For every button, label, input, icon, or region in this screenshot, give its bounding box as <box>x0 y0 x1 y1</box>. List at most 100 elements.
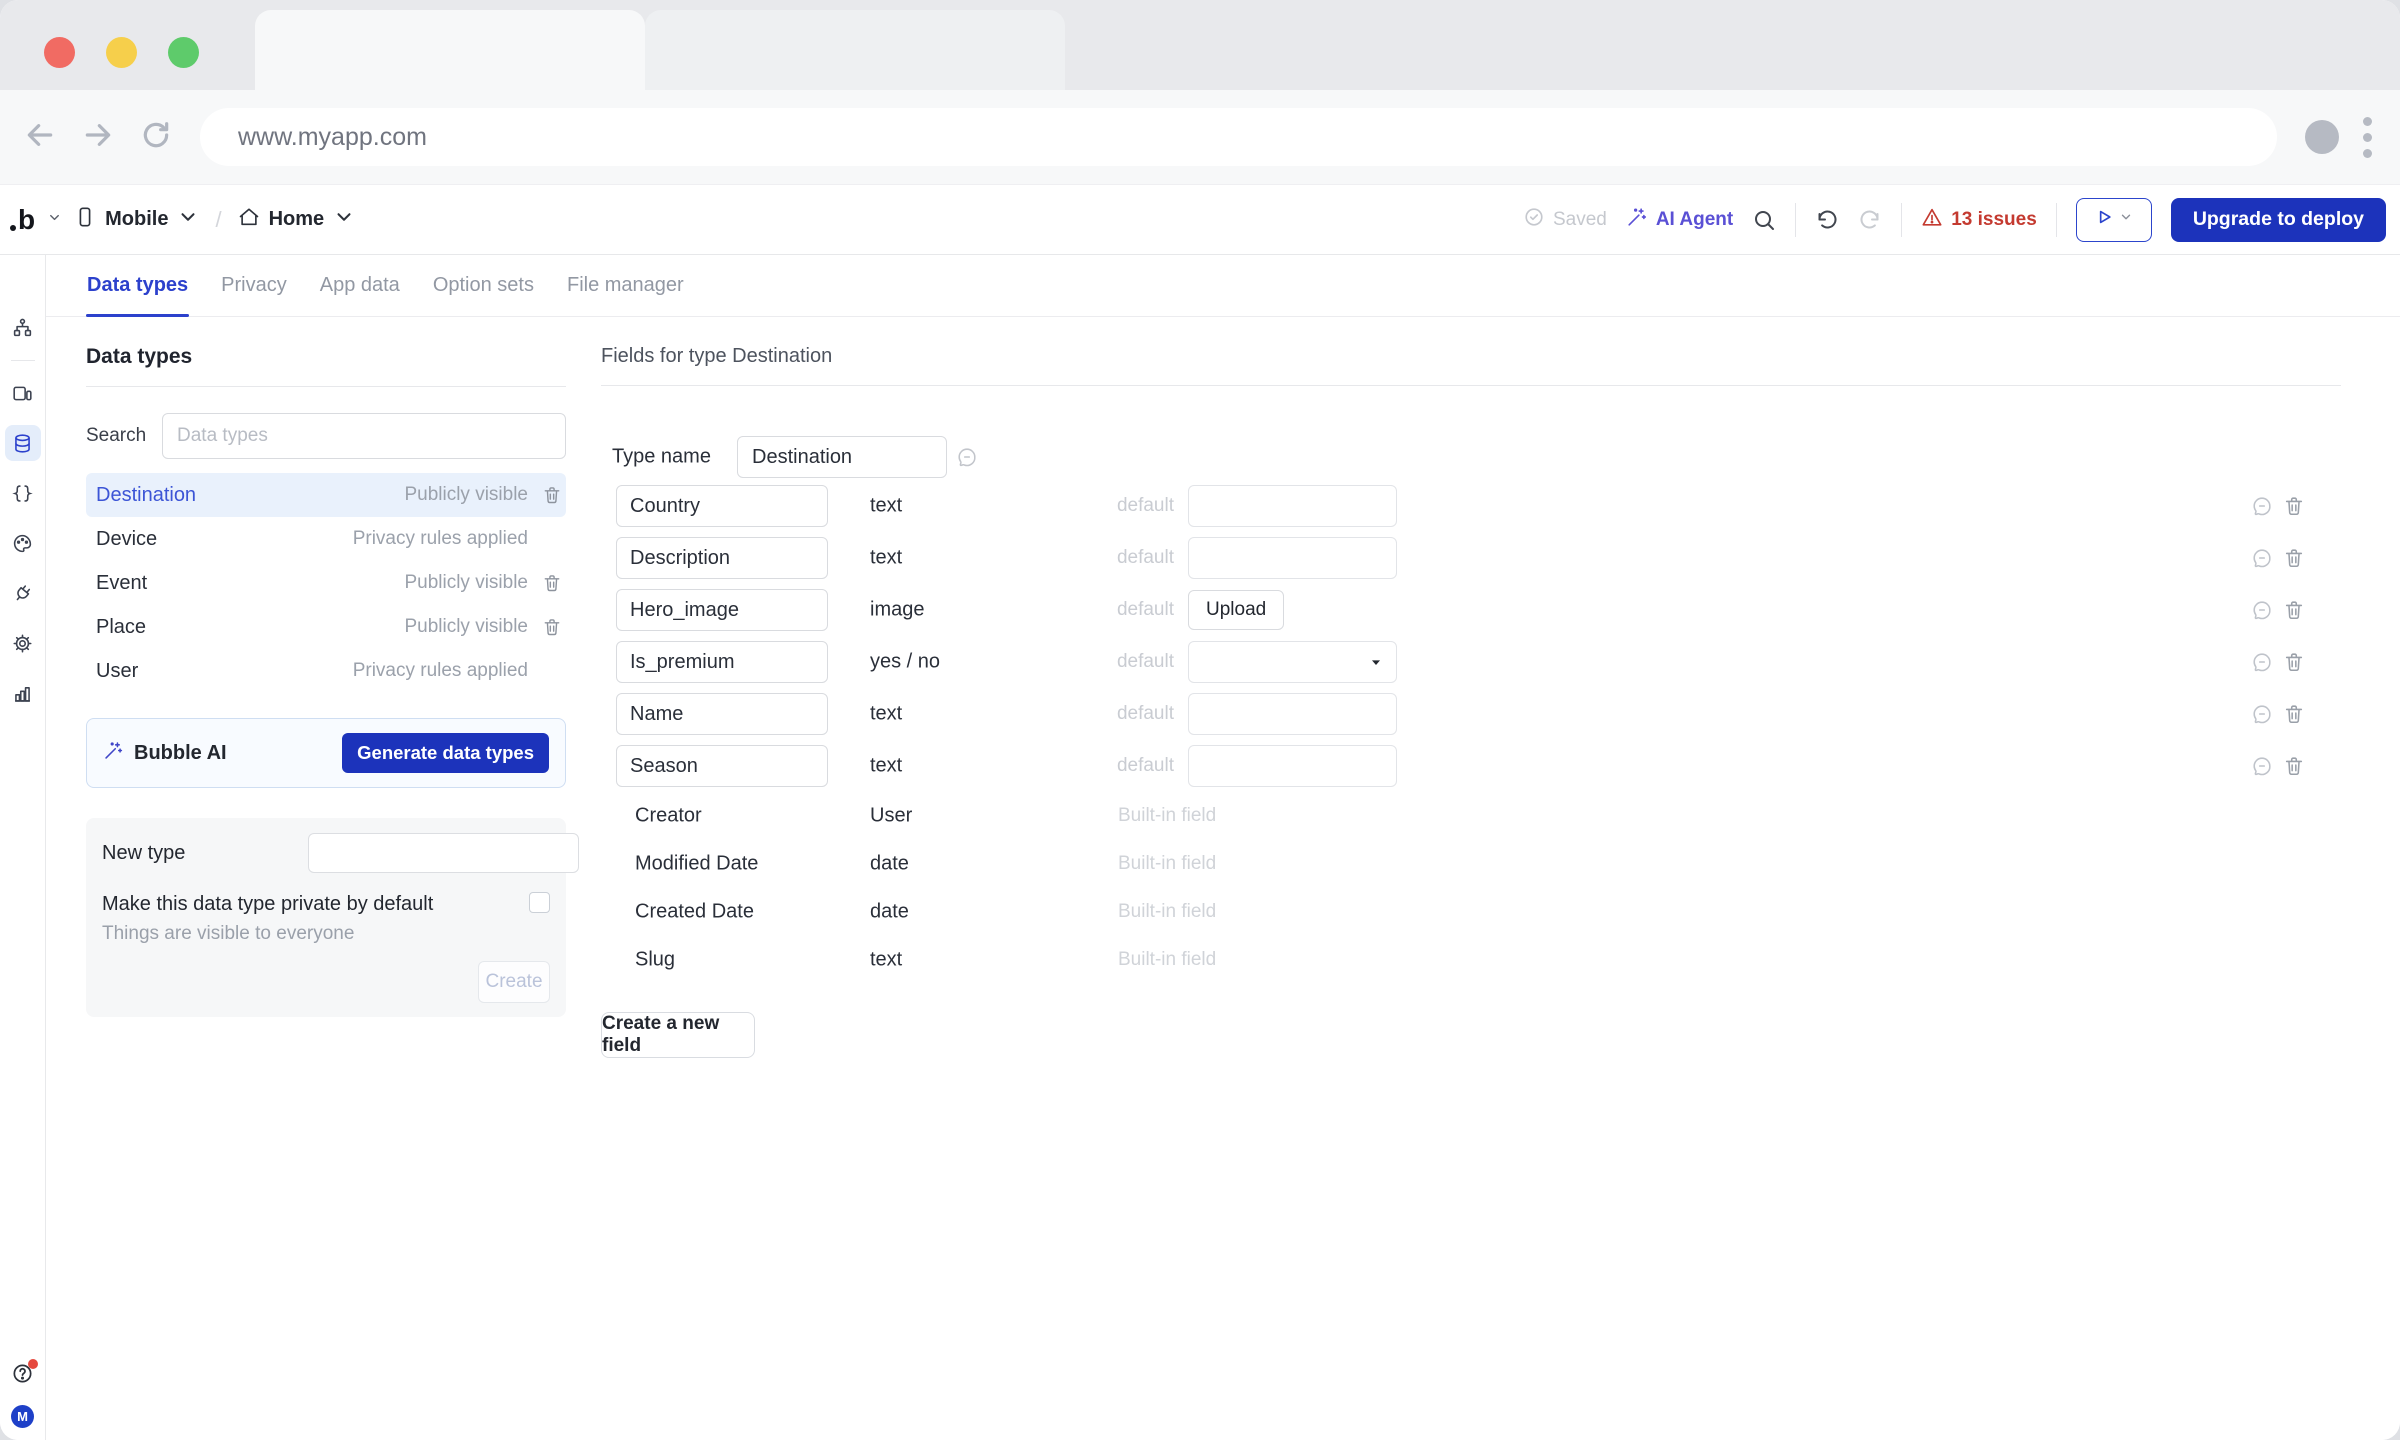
field-name-input[interactable] <box>616 693 828 735</box>
bubble-ai-label: Bubble AI <box>134 742 227 765</box>
undo-icon[interactable] <box>1815 208 1839 232</box>
browser-menu-icon[interactable] <box>2359 113 2376 162</box>
logo-chevron-icon[interactable] <box>47 210 62 230</box>
settings-icon[interactable] <box>5 625 41 661</box>
trash-icon[interactable] <box>542 485 562 505</box>
editor-toolbar: b Mobile / Home Saved AI Agent <box>0 185 2400 255</box>
zoom-window-icon[interactable] <box>168 37 199 68</box>
default-label: default <box>1054 703 1174 725</box>
browser-window: www.myapp.com b Mobile / Home <box>0 0 2400 1440</box>
datatype-visibility-status: Privacy rules applied <box>353 660 528 682</box>
bubble-ai-box: Bubble AI Generate data types <box>86 718 566 788</box>
tab-file-manager[interactable]: File manager <box>566 255 685 316</box>
trash-icon[interactable] <box>2283 651 2305 673</box>
datatype-row-event[interactable]: EventPublicly visible <box>86 561 566 605</box>
workflow-icon[interactable] <box>5 309 41 345</box>
field-row-hero-image: imagedefaultUpload <box>601 584 2341 636</box>
comment-icon[interactable] <box>2251 599 2273 621</box>
default-value-input[interactable] <box>1188 485 1397 527</box>
comment-icon[interactable] <box>2251 547 2273 569</box>
type-name-input[interactable] <box>737 436 947 478</box>
field-type-label: text <box>870 949 902 972</box>
comment-icon[interactable] <box>956 446 978 468</box>
default-label: default <box>1054 599 1174 621</box>
styles-icon[interactable] <box>5 525 41 561</box>
datatype-row-device[interactable]: DevicePrivacy rules applied <box>86 517 566 561</box>
issues-indicator[interactable]: 13 issues <box>1921 206 2037 234</box>
create-type-button[interactable]: Create <box>478 961 550 1003</box>
trash-icon[interactable] <box>542 617 562 637</box>
upload-button[interactable]: Upload <box>1188 590 1284 630</box>
back-icon[interactable] <box>24 119 56 156</box>
comment-icon[interactable] <box>2251 495 2273 517</box>
plugins-icon[interactable] <box>5 575 41 611</box>
new-type-input[interactable] <box>308 833 579 873</box>
comment-icon[interactable] <box>2251 651 2273 673</box>
field-name-input[interactable] <box>616 589 828 631</box>
panel-title: Data types <box>86 345 566 387</box>
tab-data-types[interactable]: Data types <box>86 255 189 316</box>
builtin-field-label: Built-in field <box>1118 901 1216 923</box>
datatype-row-user[interactable]: UserPrivacy rules applied <box>86 649 566 693</box>
browser-profile-avatar[interactable] <box>2305 120 2339 154</box>
refresh-icon[interactable] <box>140 119 172 156</box>
url-bar[interactable]: www.myapp.com <box>200 108 2277 166</box>
ai-agent-button[interactable]: AI Agent <box>1626 206 1733 234</box>
trash-icon[interactable] <box>2283 599 2305 621</box>
trash-icon[interactable] <box>542 573 562 593</box>
datatype-row-destination[interactable]: DestinationPublicly visible <box>86 473 566 517</box>
default-select[interactable] <box>1188 641 1397 683</box>
help-icon[interactable] <box>11 1362 34 1390</box>
datatype-visibility-status: Publicly visible <box>404 484 528 506</box>
trash-icon[interactable] <box>2283 547 2305 569</box>
caret-down-icon <box>1368 654 1384 670</box>
logs-icon[interactable] <box>5 675 41 711</box>
device-selector[interactable]: Mobile <box>74 206 199 234</box>
check-circle-icon <box>1523 206 1545 234</box>
generate-data-types-button[interactable]: Generate data types <box>342 733 549 773</box>
search-icon[interactable] <box>1752 208 1776 232</box>
tab-option-sets[interactable]: Option sets <box>432 255 535 316</box>
url-text: www.myapp.com <box>238 123 427 152</box>
frames-icon[interactable] <box>5 375 41 411</box>
design-icon[interactable] <box>5 259 41 295</box>
close-window-icon[interactable] <box>44 37 75 68</box>
datatype-row-place[interactable]: PlacePublicly visible <box>86 605 566 649</box>
backend-icon[interactable] <box>5 475 41 511</box>
redo-icon[interactable] <box>1858 208 1882 232</box>
default-value-input[interactable] <box>1188 745 1397 787</box>
preview-button[interactable] <box>2076 198 2152 242</box>
sidebar-divider <box>11 360 35 361</box>
comment-icon[interactable] <box>2251 755 2273 777</box>
data-type-list: DestinationPublicly visibleDevicePrivacy… <box>86 473 566 693</box>
field-name-input[interactable] <box>616 745 828 787</box>
type-name-label: Type name <box>612 446 711 469</box>
minimize-window-icon[interactable] <box>106 37 137 68</box>
default-value-input[interactable] <box>1188 693 1397 735</box>
trash-icon[interactable] <box>2283 495 2305 517</box>
browser-tab-inactive[interactable] <box>645 10 1065 90</box>
trash-icon[interactable] <box>2283 703 2305 725</box>
field-name-input[interactable] <box>616 641 828 683</box>
upgrade-to-deploy-button[interactable]: Upgrade to deploy <box>2171 198 2386 242</box>
private-checkbox[interactable] <box>529 892 550 913</box>
create-new-field-button[interactable]: Create a new field <box>601 1012 755 1058</box>
database-icon[interactable] <box>5 425 41 461</box>
comment-icon[interactable] <box>2251 703 2273 725</box>
page-selector[interactable]: Home <box>238 206 356 234</box>
browser-tab-active[interactable] <box>255 10 645 90</box>
field-type-label: text <box>870 547 902 570</box>
tab-app-data[interactable]: App data <box>319 255 401 316</box>
field-type-label: User <box>870 805 912 828</box>
search-input[interactable] <box>162 413 566 459</box>
default-value-input[interactable] <box>1188 537 1397 579</box>
user-avatar[interactable]: M <box>11 1405 34 1428</box>
tab-privacy[interactable]: Privacy <box>220 255 288 316</box>
field-type-label: text <box>870 703 902 726</box>
field-name-input[interactable] <box>616 485 828 527</box>
trash-icon[interactable] <box>2283 755 2305 777</box>
data-tabs: Data types Privacy App data Option sets File… <box>46 255 2400 317</box>
field-name-input[interactable] <box>616 537 828 579</box>
forward-icon[interactable] <box>82 119 114 156</box>
bubble-logo[interactable]: b <box>10 206 35 234</box>
